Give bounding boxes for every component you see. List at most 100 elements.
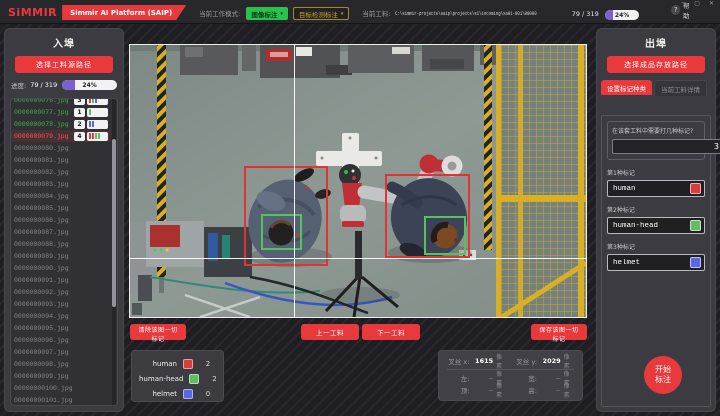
file-list-item[interactable]: 0000000079.jpg 4 (11, 130, 111, 142)
mark-input-row (607, 217, 705, 234)
progress-percent: 24% (605, 10, 640, 20)
file-list-item[interactable]: 0000000081.jpg (11, 154, 111, 166)
file-list-item[interactable]: 0000000085.jpg (11, 202, 111, 214)
file-list-item[interactable]: 0000000080.jpg (11, 142, 111, 154)
box-height-value: -- (540, 386, 561, 394)
file-list: 0000000076.jpg 3 0000000077.jpg 1 000000… (11, 98, 111, 406)
save-marks-button[interactable]: 保存该图一切标记 (531, 324, 587, 340)
annotation-box-human-head[interactable] (261, 214, 302, 250)
file-list-item[interactable]: 0000000096.jpg (11, 334, 111, 346)
file-list-item[interactable]: 0000000092.jpg (11, 286, 111, 298)
file-name: 0000000098.jpg (14, 361, 108, 368)
file-name: 0000000092.jpg (14, 289, 108, 296)
file-list-item[interactable]: 0000000094.jpg (11, 310, 111, 322)
file-list-item[interactable]: 0000000091.jpg (11, 274, 111, 286)
file-list-item[interactable]: 0000000088.jpg (11, 238, 111, 250)
clear-marks-button[interactable]: 清除该图一切标记 (130, 324, 186, 340)
file-name: 0000000096.jpg (14, 337, 108, 344)
box-top-label: 顶: (447, 385, 469, 395)
file-list-scrollbar (112, 99, 116, 405)
file-name: 0000000090.jpg (14, 265, 108, 272)
question-mark-icon: ? (671, 5, 680, 15)
legend-panel: human 2 human-head 2 helmet 0 (131, 350, 224, 402)
mark-color-swatch[interactable] (690, 183, 701, 194)
chevron-down-icon: ▾ (341, 11, 344, 17)
file-list-item[interactable]: 0000000084.jpg (11, 190, 111, 202)
crosshair-x-value: 1615 (472, 357, 493, 365)
progress-percent: 24% (62, 80, 117, 90)
file-list-item[interactable]: 0000000090.jpg (11, 262, 111, 274)
file-list-item[interactable]: 0000000099.jpg (11, 370, 111, 382)
file-name: 0000000088.jpg (14, 241, 108, 248)
annotation-count-badge: 1 (74, 108, 85, 117)
file-list-item[interactable]: 0000000089.jpg (11, 250, 111, 262)
legend-color-swatch (189, 374, 199, 384)
mark-count-question: 在该套工料中需要打几种标记? (612, 126, 700, 135)
file-list-item[interactable]: 0000000097.jpg (11, 346, 111, 358)
file-name: 0000000086.jpg (14, 217, 108, 224)
input-panel: 入埠 选择工料源路径 进度: 79 / 319 24% 0000000076.j… (4, 28, 124, 412)
file-list-box: 0000000076.jpg 3 0000000077.jpg 1 000000… (10, 98, 118, 406)
divider (447, 369, 574, 370)
file-list-item[interactable]: 0000000083.jpg (11, 178, 111, 190)
mark-name-input[interactable] (613, 222, 690, 230)
scrollbar-thumb[interactable] (112, 139, 116, 307)
select-source-path-button[interactable]: 选择工料源路径 (15, 56, 113, 73)
mark-group: 第1种标记 (607, 168, 705, 197)
mark-color-swatch[interactable] (690, 220, 701, 231)
tab-current-file-details[interactable]: 当前工料详情 (654, 80, 707, 96)
start-annotation-button[interactable]: 开始标注 (644, 356, 682, 394)
output-tabs: 设置标记种类 当前工料详情 (601, 80, 711, 96)
file-list-item[interactable]: 0000000086.jpg (11, 214, 111, 226)
tab-set-mark-types[interactable]: 设置标记种类 (601, 80, 652, 95)
input-progress-row: 进度: 79 / 319 24% (11, 80, 117, 90)
mark-count-input[interactable] (612, 139, 720, 154)
crosshair-y-label: 叉丝 y: (515, 356, 537, 366)
select-output-path-button[interactable]: 选择成品存放路径 (607, 56, 705, 73)
minimize-button[interactable]: ─ (682, 1, 686, 7)
file-list-item[interactable]: 0000000078.jpg 2 (11, 118, 111, 130)
mark-name-input[interactable] (613, 185, 690, 193)
legend-row: helmet 0 (139, 386, 216, 401)
file-list-item[interactable]: 0000000095.jpg (11, 322, 111, 334)
file-meta: 3 (74, 98, 108, 105)
photo-canvas[interactable] (130, 45, 586, 317)
close-button[interactable]: ✕ (709, 1, 714, 7)
file-list-item[interactable]: 00000000100.jpg (11, 382, 111, 394)
file-name: 0000000093.jpg (14, 301, 108, 308)
file-list-item[interactable]: 0000000077.jpg 1 (11, 106, 111, 118)
image-annotation-mode-button[interactable]: 图像标注 ▾ (246, 7, 288, 20)
input-panel-title: 入埠 (5, 35, 123, 50)
current-file-path: C:\simmir-projects\saip\projects\s1\inco… (395, 8, 537, 20)
file-name: 0000000099.jpg (14, 373, 108, 380)
maximize-button[interactable]: ▢ (694, 1, 700, 7)
annotation-count-badge: 3 (74, 98, 85, 105)
unit-label: 像素 (496, 381, 506, 399)
mark-name-input[interactable] (613, 259, 690, 267)
file-meta: 1 (74, 108, 108, 117)
mark-color-swatch[interactable] (690, 257, 701, 268)
detection-mode-label: 目标检测标注 (299, 9, 338, 19)
file-list-item[interactable]: 0000000093.jpg (11, 298, 111, 310)
mark-groups: 第1种标记 第2种标记 第3种标记 (607, 168, 705, 271)
prev-item-button[interactable]: 上一工料 (301, 324, 359, 340)
chevron-down-icon: ▾ (280, 11, 283, 17)
next-item-button[interactable]: 下一工料 (362, 324, 420, 340)
file-list-item[interactable]: 0000000087.jpg (11, 226, 111, 238)
file-name: 0000000095.jpg (14, 325, 108, 332)
legend-count: 2 (200, 360, 216, 368)
output-panel: 出埠 选择成品存放路径 设置标记种类 当前工料详情 在该套工料中需要打几种标记?… (596, 28, 716, 412)
mark-group: 第3种标记 (607, 242, 705, 271)
mark-label: 第1种标记 (607, 168, 705, 177)
annotation-box-human-head[interactable] (424, 216, 466, 255)
file-list-item[interactable]: 0000000098.jpg (11, 358, 111, 370)
file-list-item[interactable]: 0000000082.jpg (11, 166, 111, 178)
topbar: ─ ▢ ✕ SiMMIR Simmir AI Platform (SAIP) 当… (0, 0, 720, 24)
file-list-item[interactable]: 0000000076.jpg 3 (11, 98, 111, 106)
mark-label: 第2种标记 (607, 205, 705, 214)
mark-label: 第3种标记 (607, 242, 705, 251)
file-list-item[interactable]: 00000000101.jpg (11, 394, 111, 406)
crosshair-vertical (294, 45, 295, 317)
annotation-count-badge: 4 (74, 132, 85, 141)
detection-mode-button[interactable]: 目标检测标注 ▾ (293, 7, 350, 20)
